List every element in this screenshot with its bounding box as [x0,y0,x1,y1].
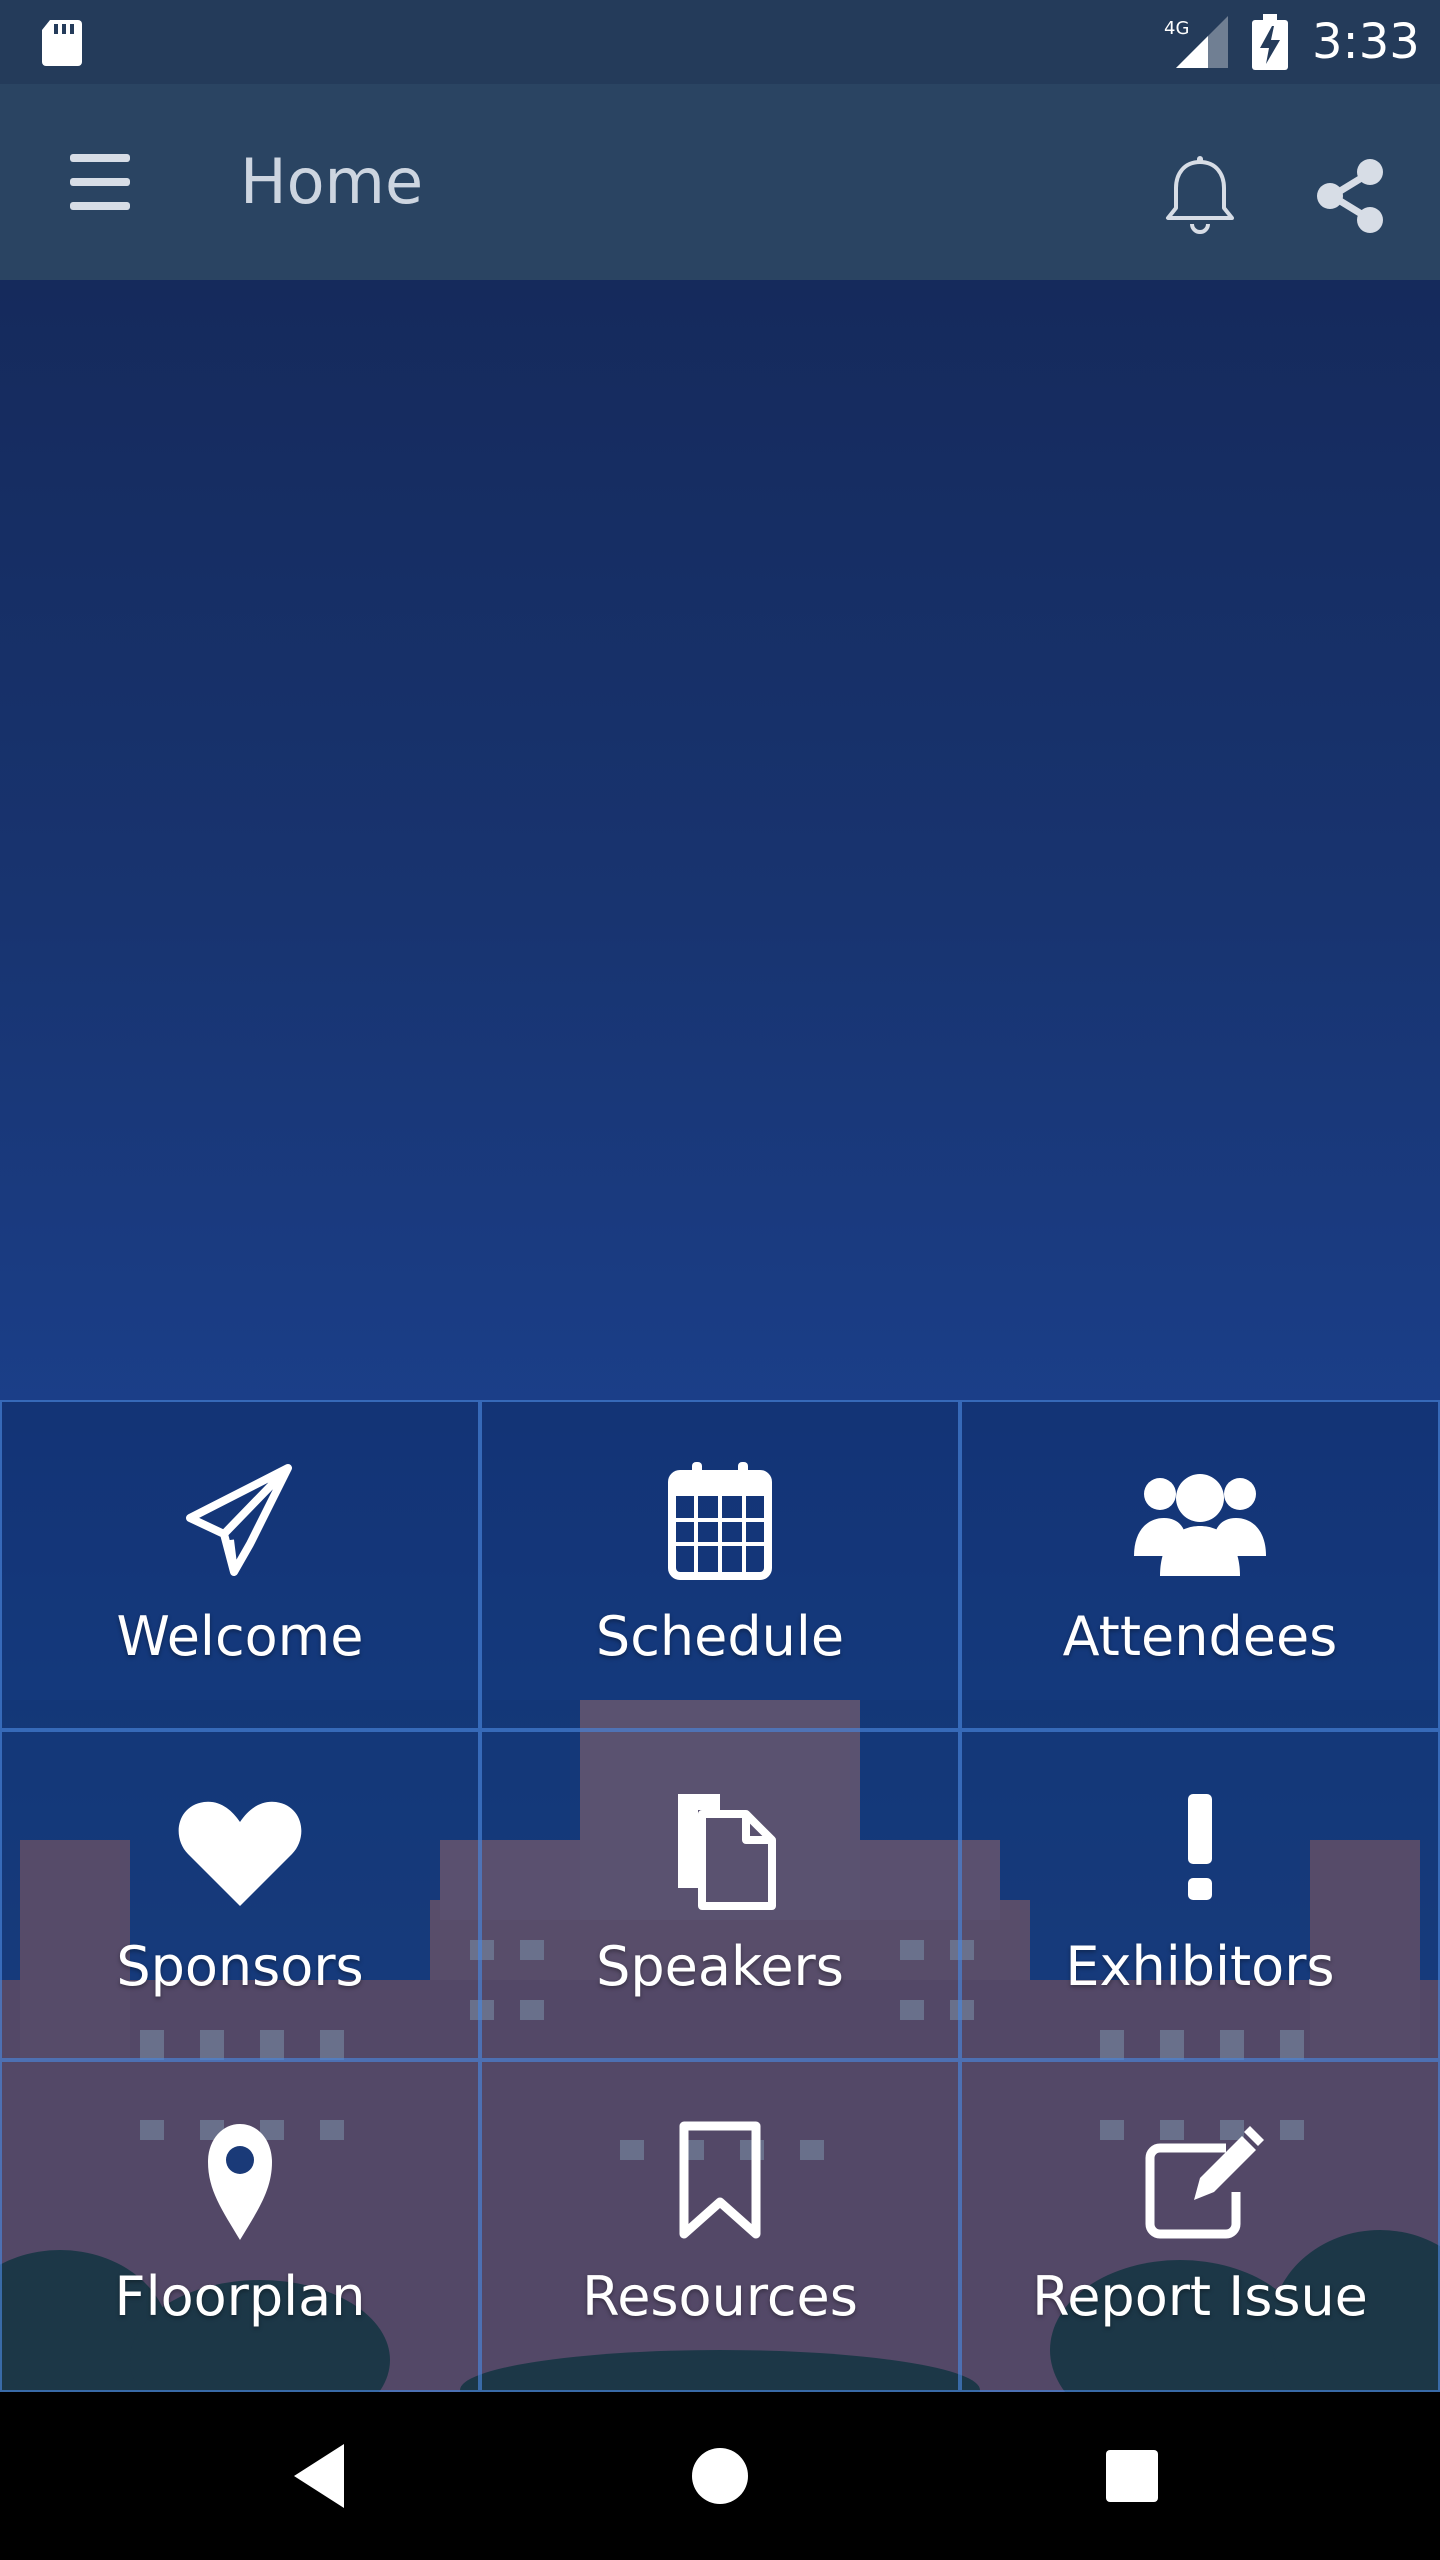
tile-exhibitors[interactable]: Exhibitors [960,1730,1440,2060]
calendar-icon [668,1462,772,1580]
tile-welcome[interactable]: Welcome [0,1400,480,1730]
back-icon[interactable] [284,2436,364,2516]
bookmark-icon [679,2121,761,2239]
users-icon [1134,1474,1266,1576]
tile-schedule[interactable]: Schedule [480,1400,960,1730]
status-time: 3:33 [1312,14,1420,70]
tile-label: Schedule [595,1605,845,1668]
heart-icon [178,1801,302,1906]
tile-label: Welcome [116,1605,364,1668]
edit-icon [1145,2126,1264,2239]
home-icon[interactable] [680,2436,760,2516]
tile-attendees[interactable]: Attendees [960,1400,1440,1730]
tile-label: Exhibitors [1065,1935,1335,1998]
tile-label: Attendees [1062,1605,1338,1668]
tile-resources[interactable]: Resources [480,2060,960,2392]
documents-icon [678,1794,776,1910]
share-icon[interactable] [1310,156,1390,236]
tile-speakers[interactable]: Speakers [480,1730,960,2060]
map-marker-icon [208,2124,272,2240]
signal-icon: 4G [1164,16,1228,68]
tile-report-issue[interactable]: Report Issue [960,2060,1440,2392]
system-nav-bar [0,2392,1440,2560]
menu-grid: Welcome Schedule Attendees Sponsors Spea… [0,1400,1440,2392]
sd-card-icon [42,20,82,66]
tile-sponsors[interactable]: Sponsors [0,1730,480,2060]
notification-bell-icon[interactable] [1160,154,1240,238]
exclamation-icon [1188,1794,1212,1900]
tile-label: Report Issue [1032,2265,1368,2328]
tile-label: Sponsors [116,1935,364,1998]
tile-label: Speakers [596,1935,844,1998]
paper-plane-icon [186,1464,292,1576]
status-bar: 4G 3:33 [0,0,1440,84]
network-type: 4G [1164,18,1189,39]
tile-floorplan[interactable]: Floorplan [0,2060,480,2392]
app-bar: Home [0,84,1440,280]
tile-label: Resources [582,2265,858,2328]
menu-icon[interactable] [60,152,140,212]
home-content: Welcome Schedule Attendees Sponsors Spea… [0,280,1440,2392]
recent-apps-icon[interactable] [1096,2440,1168,2512]
battery-charging-icon [1252,14,1288,70]
page-title: Home [240,145,424,218]
tile-label: Floorplan [114,2265,366,2328]
